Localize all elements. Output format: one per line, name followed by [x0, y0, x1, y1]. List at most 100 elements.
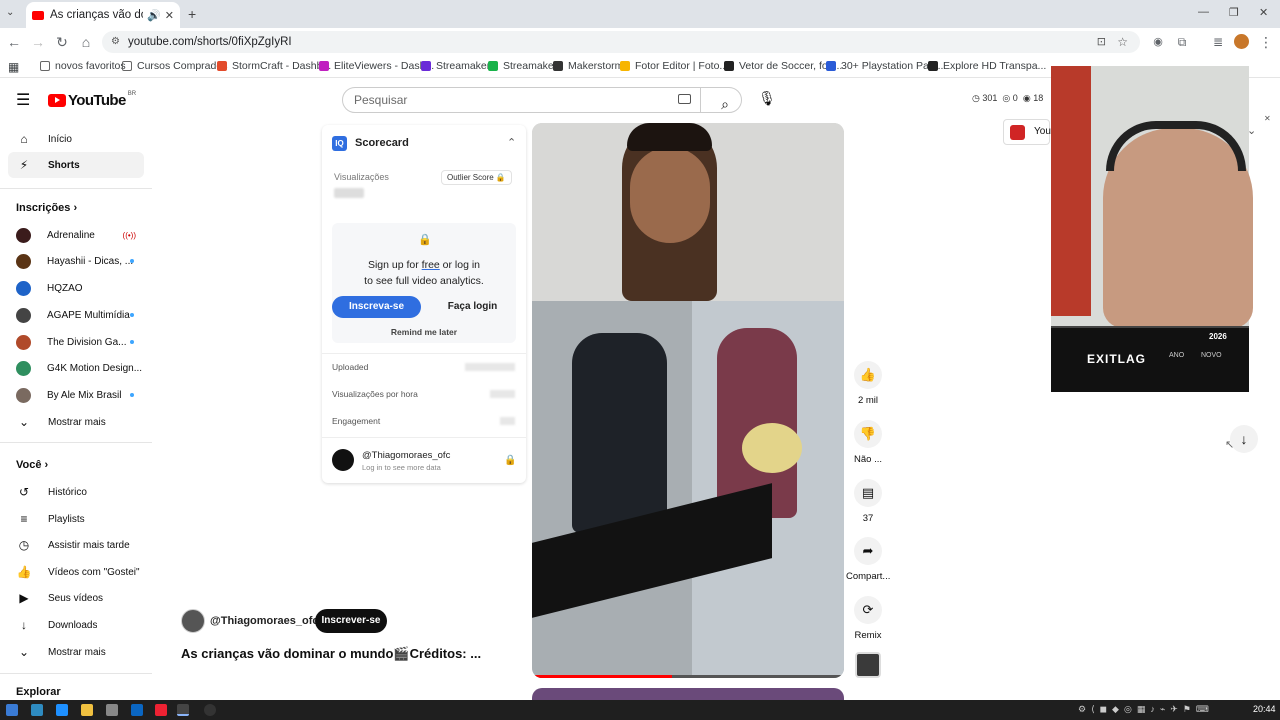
dislike-button[interactable]: 👎 Não ...: [846, 420, 890, 465]
keyboard-icon[interactable]: [678, 94, 691, 104]
channel-thumbnail[interactable]: [855, 652, 881, 678]
uploaded-label: Uploaded: [332, 362, 369, 372]
close-widget-icon[interactable]: ✕: [1264, 114, 1271, 123]
comments-button[interactable]: ▤ 37: [846, 479, 890, 524]
blurred-value: [334, 188, 364, 198]
bookmark-item[interactable]: Fotor Editor | Foto...: [620, 60, 728, 72]
bookmark-item[interactable]: Streamaker: [421, 60, 490, 72]
sidebar-item-subscription[interactable]: G4K Motion Design...: [8, 355, 144, 381]
login-button[interactable]: Faça login: [428, 296, 517, 318]
sidebar-item-subscription[interactable]: Adrenaline ((•)): [8, 222, 144, 248]
sidebar-item-downloads[interactable]: ↓ Downloads: [8, 612, 144, 638]
bookmark-item[interactable]: 30+ Playstation Pap...: [826, 60, 943, 72]
system-tray-icons[interactable]: ⚙⟨◼◆◎▦♪⌁✈⚑⌨: [1078, 704, 1214, 715]
bookmark-star-icon[interactable]: ☆: [1117, 31, 1128, 53]
url-field[interactable]: ⚙ youtube.com/shorts/0fiXpZgIyRI ⊡ ☆: [102, 31, 1140, 53]
back-icon[interactable]: ←: [6, 34, 22, 50]
bookmark-item[interactable]: Vetor de Soccer, foo...: [724, 60, 842, 72]
you-heading[interactable]: Você ›: [16, 459, 48, 471]
close-tab-icon[interactable]: ✕: [165, 9, 174, 22]
sidebar-item-subscription[interactable]: By Ale Mix Brasil: [8, 382, 144, 408]
bookmark-item[interactable]: Streamaker: [488, 60, 557, 72]
divider: [0, 673, 152, 674]
signup-button[interactable]: Inscreva-se: [332, 296, 421, 318]
store-icon[interactable]: [106, 704, 118, 716]
start-icon[interactable]: [6, 704, 18, 716]
extension-widget[interactable]: You: [1003, 119, 1051, 145]
sidebar-item-playlists[interactable]: ≡ Playlists: [8, 506, 144, 532]
subscribe-button[interactable]: Inscrever-se: [315, 609, 387, 633]
sidebar-item-show-more[interactable]: ⌄ Mostrar mais: [8, 639, 144, 665]
sidebar-item-show-more[interactable]: ⌄ Mostrar mais: [8, 409, 144, 435]
you-title: Você: [16, 459, 42, 471]
tab-list-icon[interactable]: ⌄: [6, 7, 14, 18]
install-app-icon[interactable]: ⊡: [1097, 31, 1106, 53]
channel-avatar[interactable]: [181, 609, 205, 633]
extensions-puzzle-icon[interactable]: ⧉: [1174, 34, 1190, 50]
short-title[interactable]: As crianças vão dominar o mundo🎬Créditos…: [181, 646, 481, 662]
youtube-logo[interactable]: YouTube BR: [48, 91, 136, 109]
next-short-preview[interactable]: [532, 688, 844, 700]
sidebar-item-inicio[interactable]: ⌂ Início: [8, 126, 144, 152]
apps-grid-icon[interactable]: ▦: [8, 60, 19, 74]
new-content-dot: [130, 340, 134, 344]
bookmark-item[interactable]: novos favoritos: [40, 60, 126, 72]
app-icon[interactable]: [31, 704, 43, 716]
remind-later-link[interactable]: Remind me later: [322, 327, 526, 337]
bookmark-item[interactable]: Explore HD Transpa...: [928, 60, 1046, 72]
new-tab-button[interactable]: +: [188, 6, 196, 22]
sidebar-item-subscription[interactable]: The Division Ga...: [8, 329, 144, 355]
sidebar-item-liked-videos[interactable]: 👍 Vídeos com "Gostei": [8, 559, 144, 585]
outlier-score-badge[interactable]: Outlier Score 🔒: [441, 170, 512, 185]
hamburger-menu-icon[interactable]: ☰: [16, 90, 30, 110]
minimize-button[interactable]: —: [1198, 6, 1209, 18]
free-link[interactable]: free: [422, 259, 440, 271]
folder-icon: [122, 61, 132, 71]
divider: [322, 353, 526, 354]
sidebar-item-subscription[interactable]: Hayashii - Dicas, ...: [8, 248, 144, 274]
bookmark-item[interactable]: StormCraft - Dashb...: [217, 60, 331, 72]
edge-icon[interactable]: [56, 704, 68, 716]
bookmark-item[interactable]: Cursos Comprados: [122, 60, 227, 72]
bookmark-item[interactable]: Makerstorm: [553, 60, 623, 72]
close-window-button[interactable]: ✕: [1259, 6, 1268, 19]
opera-icon[interactable]: [155, 704, 167, 716]
sidebar-item-historico[interactable]: ↺ Histórico: [8, 479, 144, 505]
channel-name[interactable]: @Thiagomoraes_ofc: [210, 615, 319, 627]
remix-button[interactable]: ⟳ Remix: [846, 596, 890, 641]
clock-icon: ◷: [972, 93, 980, 103]
sidebar-item-your-videos[interactable]: ▶ Seus vídeos: [8, 585, 144, 611]
site-info-icon[interactable]: ⚙: [111, 31, 120, 53]
like-button[interactable]: 👍 2 mil: [846, 361, 890, 406]
extension-icon[interactable]: ◉: [1150, 34, 1166, 50]
tab-active[interactable]: As crianças vão dominar o mundo 🔊 ✕: [26, 2, 180, 28]
app-icon[interactable]: [131, 704, 143, 716]
app-icon[interactable]: [204, 704, 216, 716]
profile-avatar[interactable]: [1234, 34, 1249, 49]
microphone-icon[interactable]: 🎙: [756, 87, 778, 109]
forward-icon[interactable]: →: [30, 34, 46, 50]
sidebar-label: Adrenaline: [47, 229, 95, 241]
media-control-icon[interactable]: ≣: [1210, 34, 1226, 50]
restore-button[interactable]: ❐: [1229, 6, 1239, 19]
sidebar-item-subscription[interactable]: HQZAO: [8, 275, 144, 301]
short-video-player[interactable]: [532, 123, 844, 678]
speaker-icon[interactable]: 🔊: [147, 9, 161, 22]
bookmark-item[interactable]: EliteViewers - Dash...: [319, 60, 434, 72]
extension-stats: ◷ 301 ◎ 0 ◉ 18: [972, 93, 1043, 104]
share-button[interactable]: ➦ Compart...: [846, 537, 890, 582]
reload-icon[interactable]: ↻: [54, 34, 70, 50]
collapse-icon[interactable]: ⌃: [507, 136, 516, 149]
home-icon[interactable]: ⌂: [78, 34, 94, 50]
subscriptions-heading[interactable]: Inscrições ›: [16, 202, 77, 214]
url-text: youtube.com/shorts/0fiXpZgIyRI: [128, 36, 292, 48]
sidebar-item-subscription[interactable]: ÁGAPE Multimídia: [8, 302, 144, 328]
search-icon[interactable]: ⌕: [721, 92, 729, 116]
folder-icon[interactable]: [81, 704, 93, 716]
browser-menu-icon[interactable]: ⋮: [1258, 34, 1274, 50]
sidebar-item-watch-later[interactable]: ◷ Assistir mais tarde: [8, 532, 144, 558]
banner-text: NOVO: [1201, 352, 1222, 359]
chrome-icon[interactable]: [177, 704, 189, 716]
sidebar-item-shorts[interactable]: ⚡ Shorts: [8, 152, 144, 178]
search-input[interactable]: Pesquisar ⌕: [342, 87, 742, 113]
